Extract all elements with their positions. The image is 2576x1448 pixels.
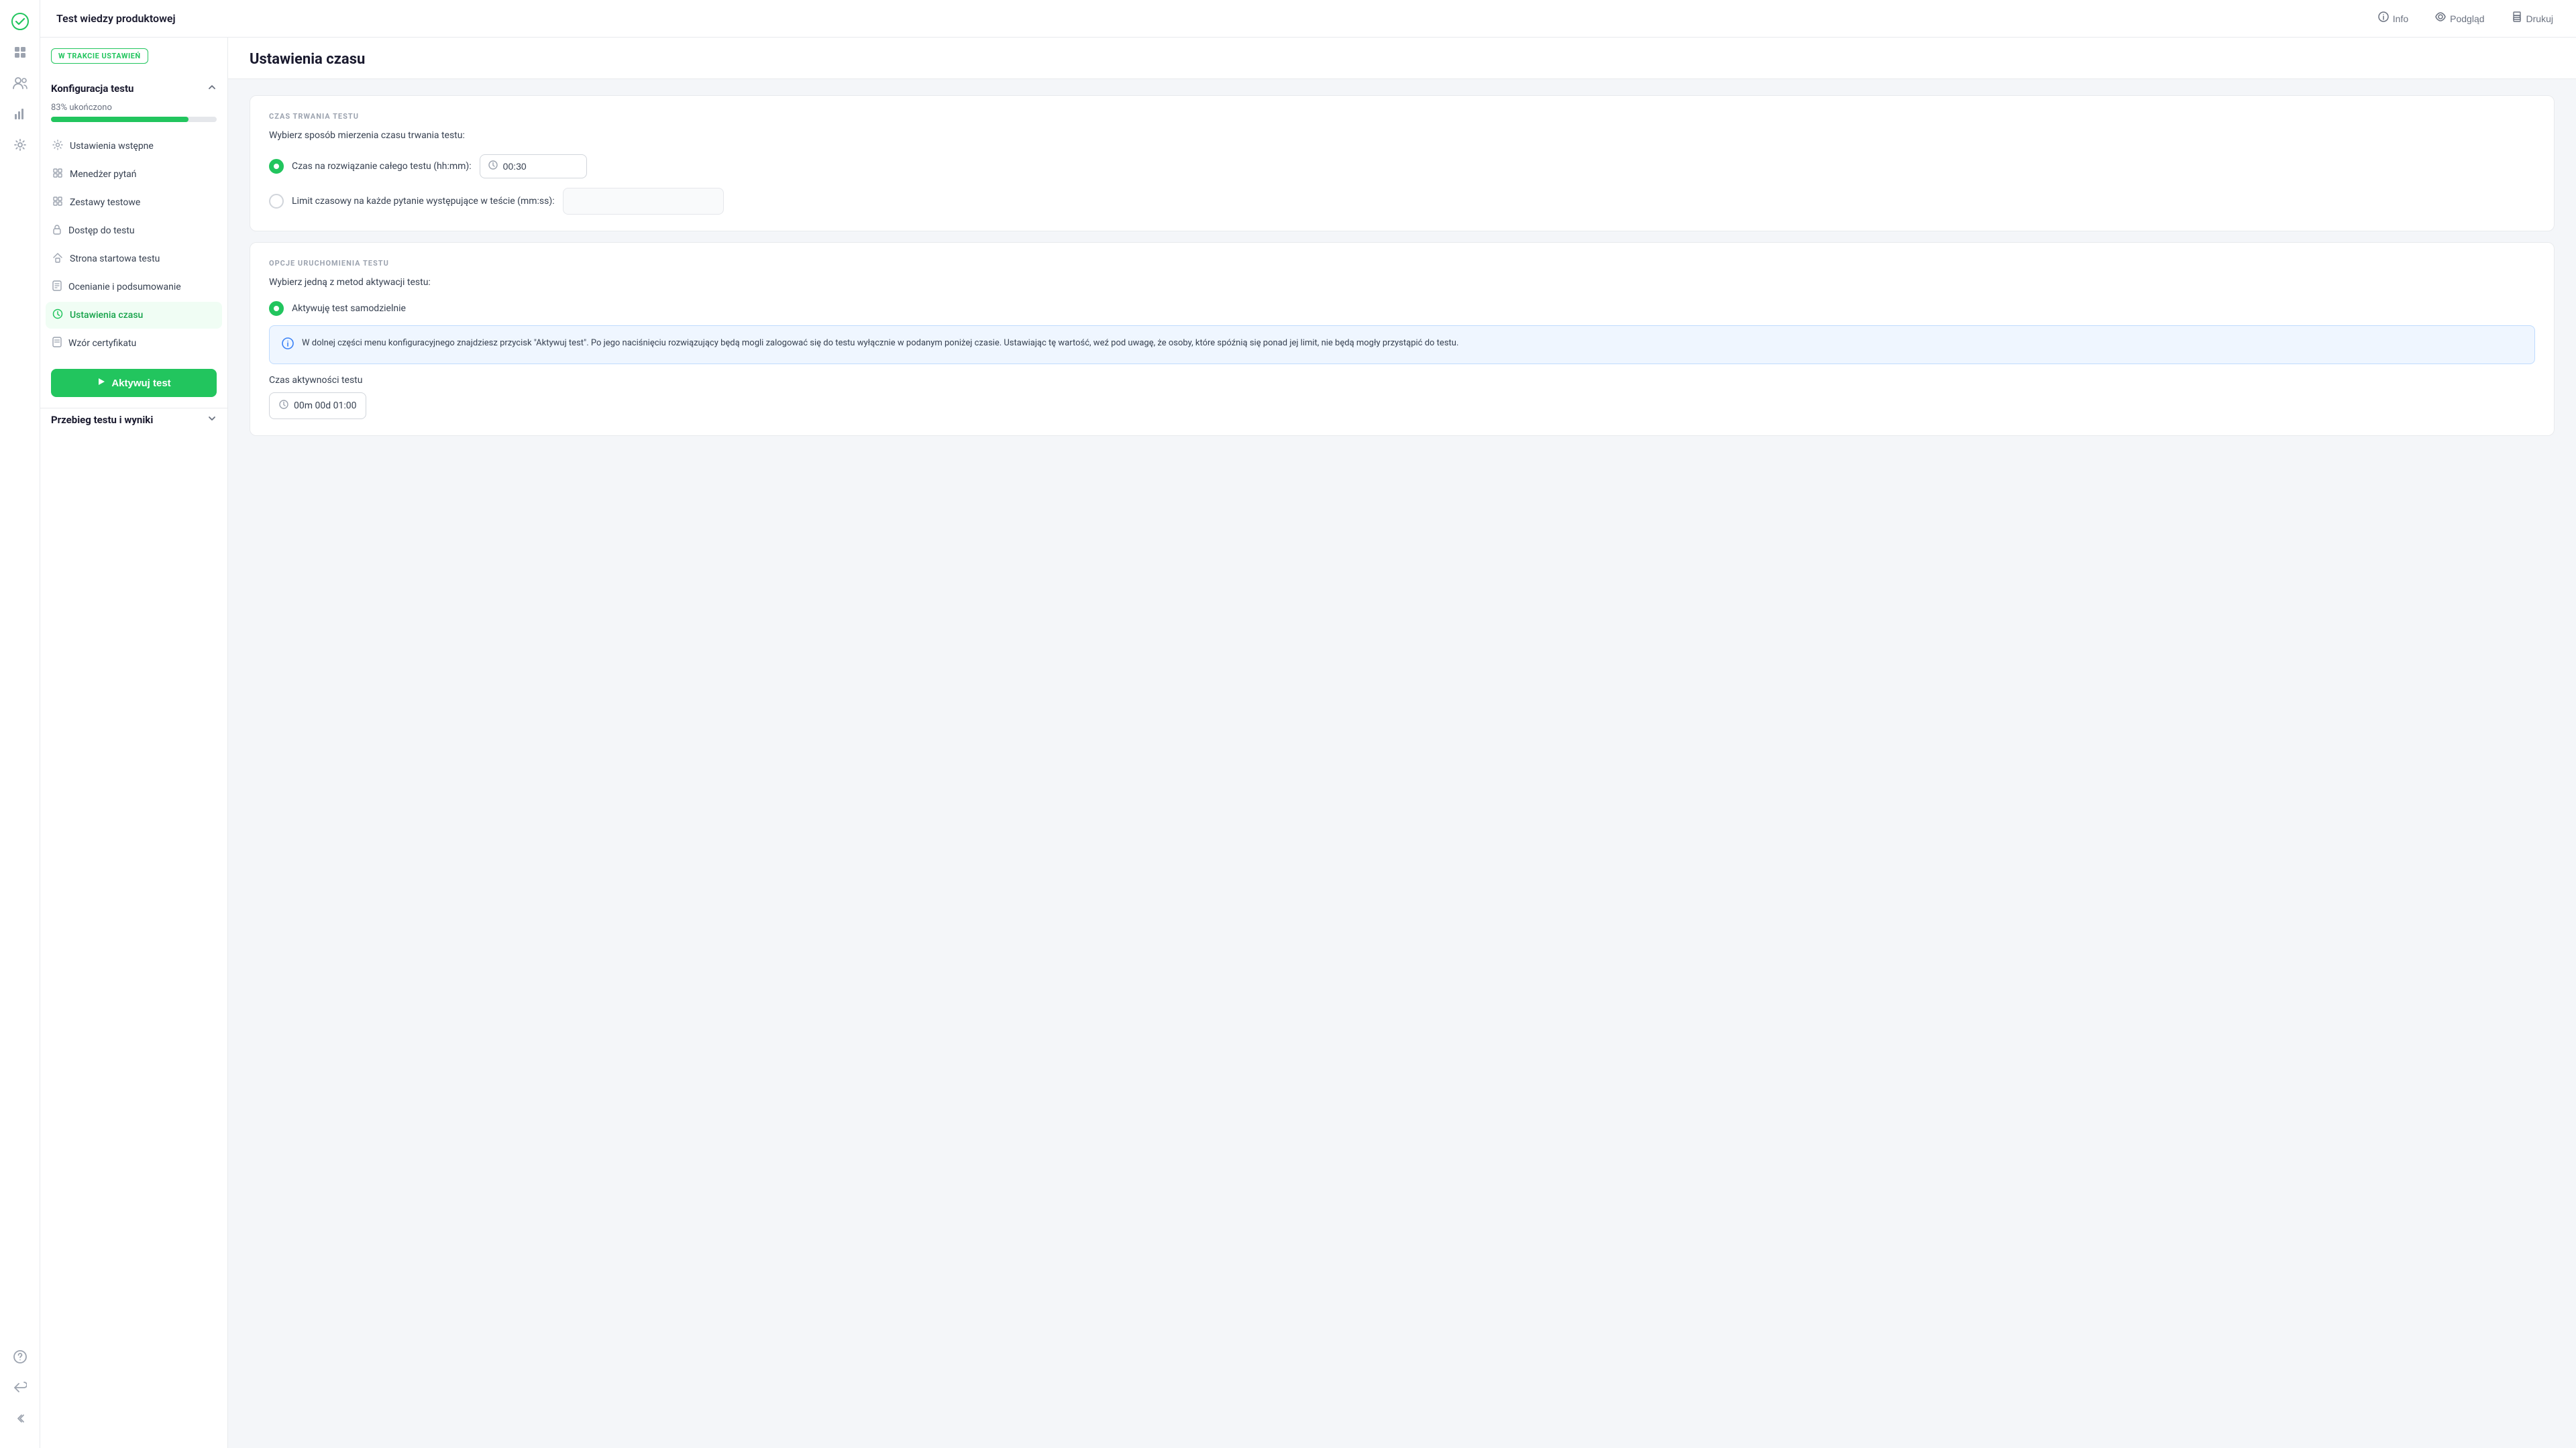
time-whole-test-row: Czas na rozwiązanie całego testu (hh:mm)… bbox=[269, 154, 2535, 178]
top-header: Test wiedzy produktowej Info bbox=[40, 0, 2576, 38]
time-duration-subtitle: Wybierz sposób mierzenia czasu trwania t… bbox=[269, 130, 2535, 141]
progress-bar-fill bbox=[51, 117, 189, 122]
time-activity-value: 00m 00d 01:00 bbox=[294, 400, 356, 411]
settings-icon bbox=[52, 140, 63, 153]
nav-item-label: Ustawienia czasu bbox=[70, 310, 143, 321]
preview-label: Podgląd bbox=[2450, 13, 2484, 24]
content-title: Ustawienia czasu bbox=[250, 51, 2555, 68]
config-section-title: Konfiguracja testu bbox=[51, 82, 133, 95]
clock-input-icon bbox=[488, 160, 498, 172]
info-button[interactable]: Info bbox=[2371, 7, 2415, 30]
activate-btn-label: Aktywuj test bbox=[111, 378, 170, 389]
info-box: W dolnej części menu konfiguracyjnego zn… bbox=[269, 325, 2535, 364]
sidebar-header: W TRAKCIE USTAWIEŃ bbox=[40, 38, 227, 77]
sidebar: W TRAKCIE USTAWIEŃ Konfiguracja testu 83… bbox=[40, 38, 228, 1448]
nav-settings[interactable] bbox=[7, 131, 34, 158]
nav-item-label: Dostęp do testu bbox=[68, 225, 135, 236]
time-whole-test-label: Czas na rozwiązanie całego testu (hh:mm)… bbox=[292, 161, 472, 172]
time-options: Czas na rozwiązanie całego testu (hh:mm)… bbox=[269, 154, 2535, 215]
nav-item-label: Ocenianie i podsumowanie bbox=[68, 282, 181, 292]
nav-item-label: Menedżer pytań bbox=[70, 169, 137, 180]
sidebar-item-dostep[interactable]: Dostęp do testu bbox=[46, 217, 222, 244]
nav-item-label: Ustawienia wstępne bbox=[70, 141, 154, 152]
main-content: Ustawienia czasu CZAS TRWANIA TESTU Wybi… bbox=[228, 38, 2576, 1448]
sidebar-item-zestawy-testowe[interactable]: Zestawy testowe bbox=[46, 189, 222, 216]
time-duration-label: CZAS TRWANIA TESTU bbox=[269, 112, 2535, 121]
preview-button[interactable]: Podgląd bbox=[2428, 7, 2491, 30]
time-whole-test-radio[interactable] bbox=[269, 159, 284, 174]
status-badge: W TRAKCIE USTAWIEŃ bbox=[51, 48, 148, 64]
sidebar-item-ustawienia-czasu[interactable]: Ustawienia czasu bbox=[46, 302, 222, 329]
nav-help[interactable] bbox=[7, 1343, 34, 1370]
nav-item-label: Wzór certyfikatu bbox=[68, 338, 136, 349]
sidebar-item-ustawienia-wstepne[interactable]: Ustawienia wstępne bbox=[46, 133, 222, 160]
header-actions: Info Podgląd bbox=[2371, 7, 2560, 30]
nav-item-label: Zestawy testowe bbox=[70, 197, 140, 208]
info-text: W dolnej części menu konfiguracyjnego zn… bbox=[302, 337, 1458, 353]
time-per-question-radio[interactable] bbox=[269, 194, 284, 209]
time-per-question-input[interactable] bbox=[563, 188, 724, 215]
nav-collapse[interactable] bbox=[7, 1405, 34, 1432]
print-icon bbox=[2512, 11, 2522, 25]
lock-icon bbox=[52, 224, 62, 237]
activation-label: OPCJE URUCHOMIENIA TESTU bbox=[269, 259, 2535, 268]
print-button[interactable]: Drukuj bbox=[2505, 7, 2560, 30]
nav-items: Ustawienia wstępne Menedżer pytań bbox=[40, 130, 227, 361]
nav-back[interactable] bbox=[7, 1374, 34, 1401]
content-body: CZAS TRWANIA TESTU Wybierz sposób mierze… bbox=[228, 79, 2576, 463]
progress-area: 83% ukończono bbox=[40, 100, 227, 130]
time-whole-test-input-wrapper bbox=[480, 154, 587, 178]
print-label: Drukuj bbox=[2526, 13, 2553, 24]
config-section-toggle[interactable]: Konfiguracja testu bbox=[40, 77, 227, 100]
activation-options-section: OPCJE URUCHOMIENIA TESTU Wybierz jedną z… bbox=[250, 242, 2555, 436]
results-section-title: Przebieg testu i wyniki bbox=[51, 414, 153, 426]
activation-options: Aktywuję test samodzielnie bbox=[269, 301, 2535, 316]
home-icon bbox=[52, 252, 63, 266]
activation-subtitle: Wybierz jedną z metod aktywacji testu: bbox=[269, 277, 2535, 288]
results-section: Przebieg testu i wyniki bbox=[40, 408, 227, 431]
info-icon bbox=[2378, 11, 2389, 25]
questions-icon bbox=[52, 168, 63, 181]
activity-clock-icon bbox=[279, 400, 288, 412]
time-activity-label: Czas aktywności testu bbox=[269, 375, 2535, 386]
time-per-question-label: Limit czasowy na każde pytanie występują… bbox=[292, 196, 555, 207]
certificate-icon bbox=[52, 337, 62, 350]
sidebar-item-wzor-certyfikatu[interactable]: Wzór certyfikatu bbox=[46, 330, 222, 357]
time-duration-section: CZAS TRWANIA TESTU Wybierz sposób mierze… bbox=[250, 95, 2555, 231]
grade-icon bbox=[52, 280, 62, 294]
chevron-up-icon bbox=[207, 82, 217, 95]
info-circle-icon bbox=[282, 337, 294, 353]
sidebar-item-menedzer-pytan[interactable]: Menedżer pytań bbox=[46, 161, 222, 188]
left-icon-nav bbox=[0, 0, 40, 1448]
preview-icon bbox=[2435, 11, 2446, 25]
sidebar-item-ocenianie[interactable]: Ocenianie i podsumowanie bbox=[46, 274, 222, 300]
results-section-toggle[interactable]: Przebieg testu i wyniki bbox=[40, 408, 227, 431]
test-sets-icon bbox=[52, 196, 63, 209]
info-label: Info bbox=[2393, 13, 2408, 24]
content-area: W TRAKCIE USTAWIEŃ Konfiguracja testu 83… bbox=[40, 38, 2576, 1448]
time-per-question-row: Limit czasowy na każde pytanie występują… bbox=[269, 188, 2535, 215]
chevron-down-icon bbox=[207, 414, 217, 426]
nav-grid[interactable] bbox=[7, 39, 34, 66]
activate-test-button[interactable]: Aktywuj test bbox=[51, 369, 217, 397]
progress-bar-background bbox=[51, 117, 217, 122]
time-whole-test-input[interactable] bbox=[503, 161, 557, 172]
nav-users[interactable] bbox=[7, 70, 34, 97]
self-activate-row: Aktywuję test samodzielnie bbox=[269, 301, 2535, 316]
time-activity-display: 00m 00d 01:00 bbox=[269, 392, 366, 419]
play-icon bbox=[97, 377, 106, 389]
clock-icon bbox=[52, 309, 63, 322]
page-title: Test wiedzy produktowej bbox=[56, 12, 176, 25]
content-header: Ustawienia czasu bbox=[228, 38, 2576, 79]
nav-item-label: Strona startowa testu bbox=[70, 254, 160, 264]
self-activate-label: Aktywuję test samodzielnie bbox=[292, 303, 406, 314]
progress-label: 83% ukończono bbox=[51, 103, 217, 113]
nav-logo[interactable] bbox=[7, 8, 34, 35]
sidebar-item-strona-startowa[interactable]: Strona startowa testu bbox=[46, 245, 222, 272]
nav-analytics[interactable] bbox=[7, 101, 34, 127]
self-activate-radio[interactable] bbox=[269, 301, 284, 316]
